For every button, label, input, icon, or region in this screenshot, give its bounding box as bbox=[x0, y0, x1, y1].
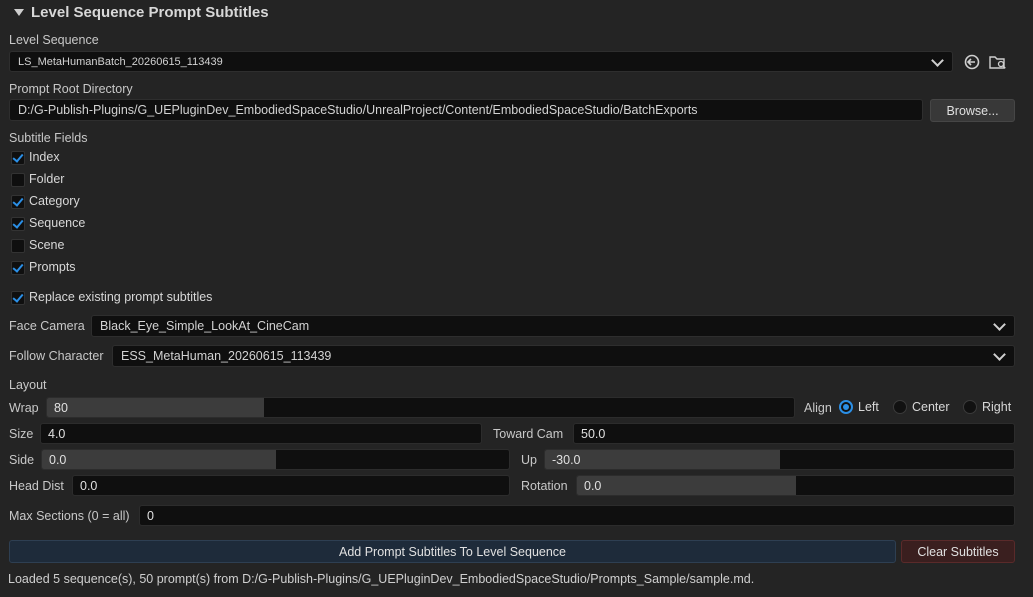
add-prompt-subtitles-button[interactable]: Add Prompt Subtitles To Level Sequence bbox=[9, 540, 896, 563]
align-center-label[interactable]: Center bbox=[912, 400, 950, 414]
align-label: Align bbox=[804, 401, 832, 415]
rotation-slider-fill bbox=[577, 476, 796, 495]
head-dist-input[interactable]: 0.0 bbox=[72, 475, 510, 496]
subtitle-fields-label: Subtitle Fields bbox=[9, 131, 88, 145]
rotation-value: 0.0 bbox=[584, 478, 602, 493]
align-left-radio[interactable] bbox=[839, 400, 853, 414]
replace-existing-label[interactable]: Replace existing prompt subtitles bbox=[29, 290, 212, 304]
level-sequence-dropdown[interactable]: LS_MetaHumanBatch_20260615_113439 bbox=[9, 51, 953, 72]
size-value: 4.0 bbox=[48, 426, 66, 441]
up-label: Up bbox=[521, 453, 537, 467]
index-checkbox[interactable] bbox=[11, 151, 25, 165]
chevron-down-icon bbox=[931, 53, 944, 67]
toward-cam-input[interactable]: 50.0 bbox=[573, 423, 1015, 444]
up-slider[interactable]: -30.0 bbox=[544, 449, 1015, 470]
max-sections-label: Max Sections (0 = all) bbox=[9, 509, 130, 523]
scene-checkbox-label[interactable]: Scene bbox=[29, 238, 64, 252]
wrap-slider-fill bbox=[47, 398, 264, 417]
align-right-radio[interactable] bbox=[963, 400, 977, 414]
sequence-checkbox-label[interactable]: Sequence bbox=[29, 216, 85, 230]
wrap-slider[interactable]: 80 bbox=[46, 397, 795, 418]
toward-cam-value: 50.0 bbox=[581, 426, 606, 441]
level-sequence-label: Level Sequence bbox=[9, 33, 99, 47]
rotation-label: Rotation bbox=[521, 479, 568, 493]
follow-character-dropdown[interactable]: ESS_MetaHuman_20260615_113439 bbox=[112, 345, 1015, 367]
clear-subtitles-button[interactable]: Clear Subtitles bbox=[901, 540, 1015, 563]
category-checkbox-label[interactable]: Category bbox=[29, 194, 80, 208]
size-label: Size bbox=[9, 427, 34, 441]
back-arrow-icon[interactable] bbox=[963, 53, 981, 71]
browse-button[interactable]: Browse... bbox=[930, 99, 1015, 122]
replace-existing-checkbox[interactable] bbox=[11, 291, 25, 305]
wrap-label: Wrap bbox=[9, 401, 39, 415]
size-input[interactable]: 4.0 bbox=[40, 423, 482, 444]
max-sections-input[interactable]: 0 bbox=[139, 505, 1015, 526]
folder-search-icon[interactable] bbox=[989, 53, 1007, 71]
prompts-checkbox[interactable] bbox=[11, 261, 25, 275]
scene-checkbox[interactable] bbox=[11, 239, 25, 253]
side-slider-fill bbox=[42, 450, 276, 469]
category-checkbox[interactable] bbox=[11, 195, 25, 209]
prompt-root-label: Prompt Root Directory bbox=[9, 82, 133, 96]
follow-character-label: Follow Character bbox=[9, 349, 104, 363]
up-value: -30.0 bbox=[552, 452, 581, 467]
face-camera-dropdown[interactable]: Black_Eye_Simple_LookAt_CineCam bbox=[91, 315, 1015, 337]
layout-label: Layout bbox=[9, 378, 47, 392]
section-title[interactable]: Level Sequence Prompt Subtitles bbox=[31, 4, 269, 21]
prompt-root-input[interactable]: D:/G-Publish-Plugins/G_UEPluginDev_Embod… bbox=[9, 99, 923, 121]
toward-cam-label: Toward Cam bbox=[493, 427, 564, 441]
head-dist-label: Head Dist bbox=[9, 479, 64, 493]
side-value: 0.0 bbox=[49, 452, 67, 467]
align-left-label[interactable]: Left bbox=[858, 400, 879, 414]
level-sequence-value: LS_MetaHumanBatch_20260615_113439 bbox=[18, 55, 223, 68]
face-camera-value: Black_Eye_Simple_LookAt_CineCam bbox=[100, 319, 310, 333]
align-center-radio[interactable] bbox=[893, 400, 907, 414]
chevron-down-icon bbox=[993, 318, 1006, 331]
folder-checkbox-label[interactable]: Folder bbox=[29, 172, 64, 186]
sequence-checkbox[interactable] bbox=[11, 217, 25, 231]
index-checkbox-label[interactable]: Index bbox=[29, 150, 60, 164]
align-right-label[interactable]: Right bbox=[982, 400, 1011, 414]
rotation-slider[interactable]: 0.0 bbox=[576, 475, 1015, 496]
prompts-checkbox-label[interactable]: Prompts bbox=[29, 260, 76, 274]
status-text: Loaded 5 sequence(s), 50 prompt(s) from … bbox=[8, 572, 755, 586]
head-dist-value: 0.0 bbox=[80, 478, 98, 493]
follow-character-value: ESS_MetaHuman_20260615_113439 bbox=[121, 349, 332, 363]
side-label: Side bbox=[9, 453, 35, 467]
chevron-down-icon bbox=[993, 348, 1006, 361]
max-sections-value: 0 bbox=[147, 508, 154, 523]
side-slider[interactable]: 0.0 bbox=[41, 449, 510, 470]
wrap-value: 80 bbox=[54, 400, 68, 415]
collapse-caret-icon[interactable] bbox=[14, 9, 24, 16]
face-camera-label: Face Camera bbox=[9, 319, 85, 333]
folder-checkbox[interactable] bbox=[11, 173, 25, 187]
